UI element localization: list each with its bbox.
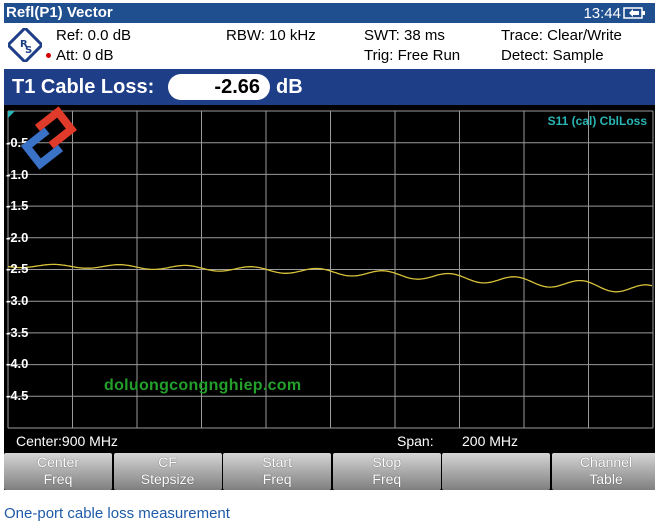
- measurement-title: Refl(P1) Vector: [6, 4, 113, 21]
- softkey-2[interactable]: CF Stepsize: [113, 453, 222, 490]
- battery-icon: [623, 7, 645, 19]
- att-indicator-icon: [46, 53, 51, 58]
- marker-row: T1 Cable Loss: -2.66 dB: [4, 69, 655, 105]
- softkey-line2: Table: [589, 471, 623, 487]
- trace-graph: -0.5 -1.0 -1.5 -2.0 -2.5 -3.0 -3.5 -4.0 -4.5 S11…: [4, 105, 655, 430]
- softkey-1[interactable]: Center Freq: [4, 453, 112, 490]
- span-value: 200 MHz: [462, 433, 519, 449]
- marker-value: -2.66: [214, 76, 260, 98]
- settings-panel: R S Ref: 0.0 dB Att: 0 dB RBW: 10 kHz SW…: [4, 23, 655, 69]
- graph-canvas: [7, 110, 654, 429]
- watermark-text: doluongcongnghiep.com: [104, 377, 302, 394]
- clock: 13:44: [583, 5, 621, 22]
- trace-mode: Trace: Clear/Write: [501, 27, 622, 44]
- marker-unit: dB: [276, 76, 303, 98]
- softkey-5[interactable]: [442, 453, 551, 490]
- status-bar: Center:900 MHz Span: 200 MHz: [4, 430, 655, 452]
- trace-label: S11 (cal) CblLoss: [547, 114, 647, 128]
- marker-label: T1 Cable Loss:: [12, 76, 155, 98]
- figure-caption: One-port cable loss measurement: [4, 505, 230, 522]
- rbw: RBW: 10 kHz: [226, 27, 316, 44]
- detector: Detect: Sample: [501, 47, 604, 64]
- span-label: Span:: [397, 433, 434, 449]
- y-tick-label: -1.5: [6, 198, 29, 214]
- attenuation: Att: 0 dB: [56, 47, 114, 64]
- softkey-line2: Freq: [43, 471, 73, 487]
- svg-text:S: S: [25, 45, 32, 56]
- trigger: Trig: Free Run: [364, 47, 461, 64]
- softkey-6[interactable]: Channel Table: [552, 453, 655, 490]
- title-bar: Refl(P1) Vector 13:44: [4, 3, 655, 23]
- softkey-3[interactable]: Start Freq: [223, 453, 332, 490]
- y-tick-label: -3.0: [6, 293, 29, 308]
- y-tick-label: -4.0: [6, 356, 29, 372]
- softkey-line1: Center: [36, 454, 80, 470]
- ref-level: Ref: 0.0 dB: [56, 27, 132, 44]
- softkey-4[interactable]: Stop Freq: [332, 453, 441, 490]
- sweep-time: SWT: 38 ms: [364, 27, 445, 44]
- marker-value-field[interactable]: -2.66: [168, 74, 270, 100]
- softkey-line2: Freq: [262, 471, 292, 487]
- watermark-logo-icon: [20, 106, 78, 170]
- center-frequency: Center:900 MHz: [16, 433, 118, 449]
- softkey-line1: Stop: [372, 454, 402, 470]
- y-tick-label: -4.5: [6, 387, 29, 403]
- softkey-bar: Center Freq CF Stepsize Start Freq Stop Freq Cha…: [4, 452, 655, 490]
- instrument-screen: Refl(P1) Vector 13:44 R S Ref: 0.0 dB At…: [4, 3, 655, 490]
- y-tick-label: -3.5: [6, 324, 29, 340]
- y-tick-label: -2.0: [6, 229, 29, 245]
- softkey-line1: Channel: [579, 454, 633, 470]
- y-tick-label: -2.5: [6, 261, 29, 277]
- rohde-schwarz-logo-icon: R S: [8, 28, 42, 62]
- softkey-line2: Stepsize: [140, 471, 195, 487]
- softkey-line1: Start: [262, 454, 292, 470]
- softkey-line1: CF: [158, 454, 177, 470]
- softkey-line2: Freq: [372, 471, 402, 487]
